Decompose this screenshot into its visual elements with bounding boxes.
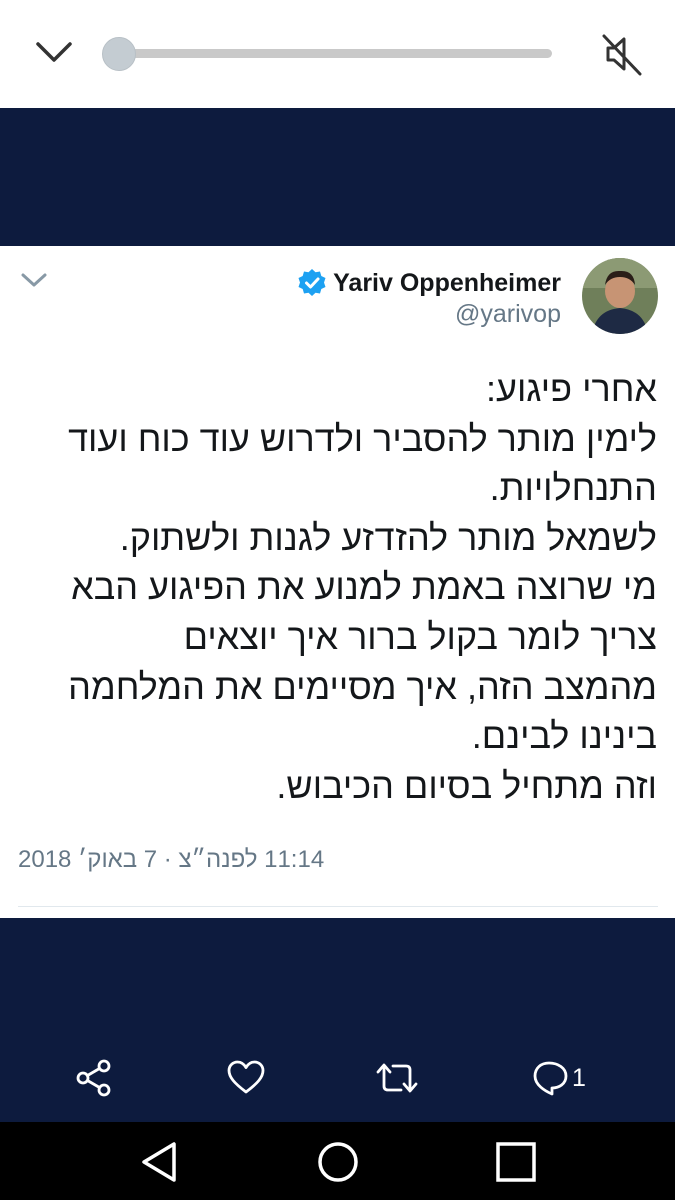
retweet-icon xyxy=(375,1058,419,1098)
speaker-muted-icon[interactable] xyxy=(596,28,648,80)
share-button[interactable] xyxy=(74,1055,114,1101)
video-control-bar xyxy=(0,0,675,108)
reply-icon xyxy=(532,1058,570,1098)
retweet-button[interactable] xyxy=(375,1055,419,1101)
tweet-text-line: מהמצב הזה, איך מסיימים את המלחמה xyxy=(68,665,657,707)
video-progress-track[interactable] xyxy=(118,49,552,58)
tweet-timestamp: 11:14 לפנה״צ · 7 באוק׳ 2018 xyxy=(18,846,325,873)
tweet-text-line: וזה מתחיל בסיום הכיבוש. xyxy=(276,764,657,806)
system-navigation-bar xyxy=(0,1122,675,1200)
back-triangle-icon[interactable] xyxy=(134,1136,186,1188)
home-circle-icon[interactable] xyxy=(312,1136,364,1188)
tweet-text-line: התנחלויות. xyxy=(489,467,657,509)
verified-badge-icon xyxy=(297,268,327,298)
video-frame-top xyxy=(0,108,675,246)
share-icon xyxy=(74,1058,114,1098)
author-name-row: Yariv Oppenheimer xyxy=(297,266,561,300)
tweet-text-line: לשמאל מותר להזדזע לגנות ולשתוק. xyxy=(119,516,657,558)
avatar[interactable] xyxy=(582,258,658,334)
heart-icon xyxy=(226,1058,266,1098)
video-progress-thumb[interactable] xyxy=(102,37,136,71)
like-button[interactable] xyxy=(226,1055,266,1101)
author-handle[interactable]: @yarivop xyxy=(455,300,561,329)
tweet-text-line: אחרי פיגוע: xyxy=(486,368,657,409)
chevron-down-icon[interactable] xyxy=(30,32,78,72)
reply-count: 1 xyxy=(572,1063,586,1092)
recents-square-icon[interactable] xyxy=(490,1136,542,1188)
tweet-options-chevron-icon[interactable] xyxy=(20,270,48,290)
tweet-text-line: לימין מותר להסביר ולדרוש עוד כוח ועוד xyxy=(68,417,657,459)
divider xyxy=(18,906,658,907)
tweet-text-line: בינינו לבינם. xyxy=(471,715,657,757)
tweet-card: Yariv Oppenheimer @yarivop אחרי פיגוע: ל… xyxy=(0,246,675,918)
tweet-text-line: מי שרוצה באמת למנוע את הפיגוע הבא xyxy=(71,566,657,608)
tweet-text: אחרי פיגוע: לימין מותר להסביר ולדרוש עוד… xyxy=(12,364,657,810)
reply-button[interactable]: 1 xyxy=(532,1055,586,1101)
tweet-text-line: צריך לומר בקול ברור איך יוצאים xyxy=(183,615,657,657)
author-display-name[interactable]: Yariv Oppenheimer xyxy=(333,269,561,298)
